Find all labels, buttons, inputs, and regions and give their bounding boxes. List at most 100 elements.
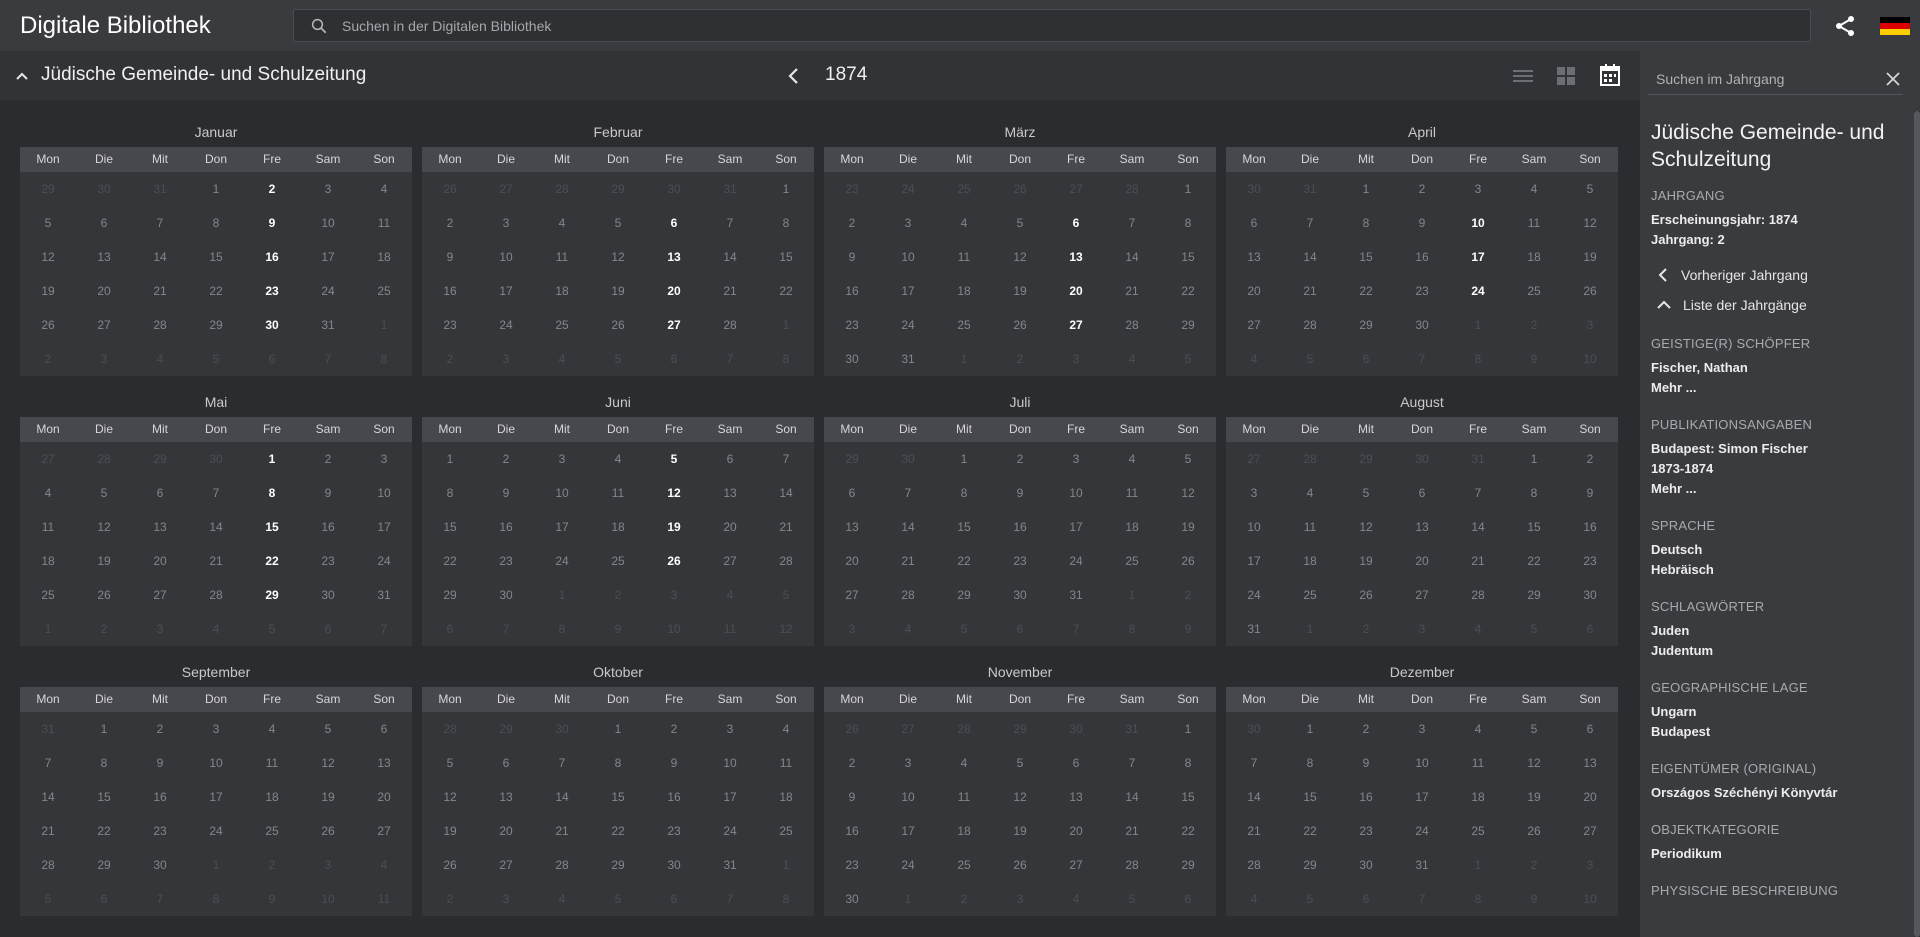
geography-value[interactable]: Budapest (1651, 722, 1901, 742)
calendar-day: 1 (1184, 722, 1192, 736)
calendar-day: 17 (1247, 554, 1261, 568)
previous-volume-link[interactable]: Vorheriger Jahrgang (1651, 260, 1901, 290)
issue-day[interactable]: 2 (244, 172, 300, 206)
weekday-label: Mon (840, 422, 864, 436)
creator-more-link[interactable]: Mehr ... (1651, 378, 1901, 398)
calendar-day: 23 (667, 824, 681, 838)
calendar-day: 6 (446, 622, 454, 636)
calendar-day: 1 (782, 182, 790, 196)
weekday-label: Son (1177, 152, 1199, 166)
calendar-day: 5 (614, 216, 622, 230)
share-button[interactable] (1832, 13, 1858, 39)
calendar-day: 8 (558, 622, 566, 636)
chevron-left-icon[interactable] (786, 67, 802, 85)
calendar-day: 29 (153, 452, 167, 466)
month-februar: Februar Mon Die Mit Don Fre Sam Son 26 27 28 29 30 31… (422, 118, 814, 376)
keyword-value[interactable]: Juden (1651, 621, 1901, 641)
global-search[interactable] (293, 9, 1811, 42)
volume-list-link[interactable]: Liste der Jahrgänge (1651, 290, 1901, 320)
calendar-day: 1 (614, 722, 622, 736)
calendar-day: 27 (1069, 858, 1083, 872)
calendar-day: 16 (845, 284, 859, 298)
issue-day[interactable]: 10 (1450, 206, 1506, 240)
keyword-value[interactable]: Judentum (1651, 641, 1901, 661)
issue-day[interactable]: 6 (646, 206, 702, 240)
calendar-day: 24 (723, 824, 737, 838)
issue-day[interactable]: 26 (646, 544, 702, 578)
german-flag-icon[interactable] (1880, 17, 1910, 35)
issue-day[interactable]: 15 (244, 510, 300, 544)
calendar-day: 4 (1250, 892, 1258, 906)
calendar-day: 24 (555, 554, 569, 568)
calendar-day: 9 (670, 756, 678, 770)
issue-day[interactable]: 19 (646, 510, 702, 544)
chevron-up-icon[interactable] (14, 68, 30, 84)
calendar-day: 28 (41, 858, 55, 872)
issue-day[interactable]: 24 (1450, 274, 1506, 308)
issue-day[interactable]: 22 (244, 544, 300, 578)
calendar-day: 15 (1303, 790, 1317, 804)
day-grid: 29 30 1 2 3 4 5 6 7 8 9 10 11 12 13 14 15 16 17 18 19 20 21 22 2… (824, 442, 1216, 646)
category-label: Objektkategorie (1651, 822, 1780, 837)
app-title[interactable]: Digitale Bibliothek (20, 12, 293, 40)
month-märz: März Mon Die Mit Don Fre Sam Son 23 24 25 26 27 28 1 2 3… (824, 118, 1216, 376)
issue-day[interactable]: 20 (1048, 274, 1104, 308)
language-value[interactable]: Hebräisch (1651, 560, 1901, 580)
weekday-label: Sam (315, 422, 341, 436)
calendar-day: 4 (1474, 622, 1482, 636)
issue-day[interactable]: 13 (1048, 240, 1104, 274)
issue-day[interactable]: 6 (1048, 206, 1104, 240)
calendar-day: 14 (1125, 250, 1139, 264)
issue-day[interactable]: 13 (646, 240, 702, 274)
weekday-label: Don (1410, 152, 1433, 166)
issue-day[interactable]: 12 (646, 476, 702, 510)
calendar-day: 11 (1527, 216, 1541, 230)
issue-day[interactable]: 17 (1450, 240, 1506, 274)
weekday-label: Fre (1469, 152, 1487, 166)
geography-value[interactable]: Ungarn (1651, 702, 1901, 722)
calendar-day: 29 (209, 318, 223, 332)
issue-day[interactable]: 5 (646, 442, 702, 476)
language-value[interactable]: Deutsch (1651, 540, 1901, 560)
calendar-day: 25 (1527, 284, 1541, 298)
calendar-day: 9 (1016, 486, 1024, 500)
issue-day[interactable]: 8 (244, 476, 300, 510)
issue-day[interactable]: 20 (646, 274, 702, 308)
calendar-day: 21 (1471, 554, 1485, 568)
issue-day[interactable]: 27 (646, 308, 702, 342)
grid-view-icon[interactable] (1556, 66, 1576, 86)
day-grid: 30 31 1 2 3 4 5 6 7 8 9 10 11 12 13 14 15 16 17 18 19 20 21 22 2… (1226, 172, 1618, 376)
calendar-view-icon[interactable] (1600, 64, 1620, 86)
month-title: Dezember (1389, 664, 1455, 680)
sidebar-scrollbar[interactable] (1914, 111, 1920, 937)
issue-day[interactable]: 27 (1048, 308, 1104, 342)
list-view-icon[interactable] (1512, 66, 1534, 86)
calendar-day: 4 (614, 452, 622, 466)
issue-day[interactable]: 1 (244, 442, 300, 476)
calendar-day: 1 (782, 858, 790, 872)
calendar-day: 8 (782, 892, 790, 906)
calendar-day: 13 (499, 790, 513, 804)
calendar-day: 30 (667, 182, 681, 196)
weekday-header: Mon Die Mit Don Fre Sam Son (824, 687, 1216, 712)
calendar-day: 5 (1306, 352, 1314, 366)
issue-day[interactable]: 16 (244, 240, 300, 274)
volume-search[interactable] (1648, 63, 1903, 95)
issue-day[interactable]: 23 (244, 274, 300, 308)
calendar-day: 22 (611, 824, 625, 838)
issue-day[interactable]: 9 (244, 206, 300, 240)
calendar-day: 2 (1016, 452, 1024, 466)
calendar-day: 14 (209, 520, 223, 534)
issue-day[interactable]: 29 (244, 578, 300, 612)
calendar-day: 7 (782, 452, 790, 466)
calendar-day: 30 (1583, 588, 1597, 602)
close-icon[interactable] (1885, 71, 1901, 87)
issue-day[interactable]: 30 (244, 308, 300, 342)
global-search-input[interactable] (342, 17, 1742, 34)
volume-search-input[interactable] (1648, 70, 1868, 87)
publication-more-link[interactable]: Mehr ... (1651, 479, 1901, 499)
weekday-label: Mon (36, 422, 60, 436)
calendar-day: 9 (614, 622, 622, 636)
calendar-day: 7 (1128, 756, 1136, 770)
calendar-day: 16 (667, 790, 681, 804)
